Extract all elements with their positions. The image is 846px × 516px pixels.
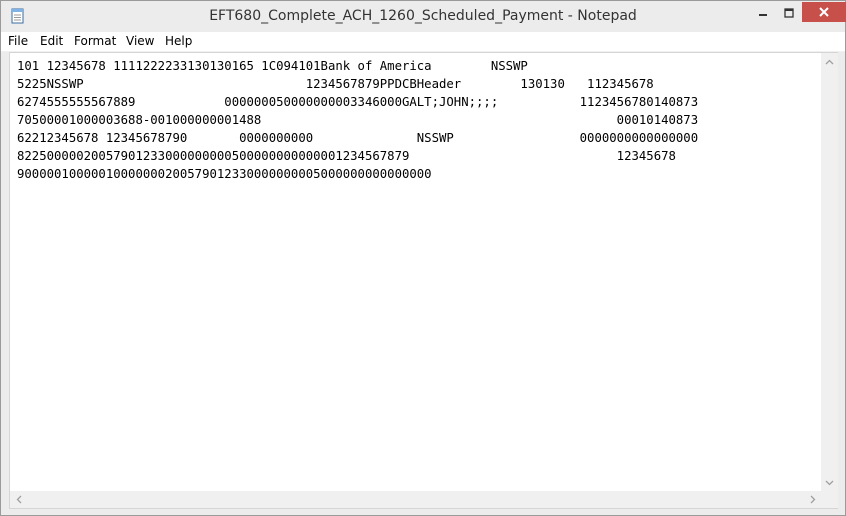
menu-file[interactable]: File	[8, 34, 28, 48]
text-line: 62212345678 12345678790 0000000000 NSSWP…	[17, 131, 699, 145]
scroll-left-button[interactable]	[10, 491, 27, 508]
text-content[interactable]: 101 12345678 1111222233130130165 1C09410…	[10, 53, 820, 491]
window-title: EFT680_Complete_ACH_1260_Scheduled_Payme…	[209, 8, 637, 24]
chevron-down-icon	[825, 480, 834, 485]
vertical-scrollbar[interactable]	[821, 53, 838, 491]
chevron-up-icon	[825, 59, 834, 64]
chevron-right-icon	[810, 495, 815, 504]
minimize-icon	[758, 13, 767, 16]
text-line: 9000001000001000000020057901233000000000…	[17, 167, 432, 181]
notepad-window: EFT680_Complete_ACH_1260_Scheduled_Payme…	[0, 0, 846, 516]
menu-format[interactable]: Format	[74, 34, 116, 48]
scroll-down-button[interactable]	[821, 474, 838, 491]
text-line: 70500001000003688-001000000001488 000101…	[17, 113, 699, 127]
text-line: 101 12345678 1111222233130130165 1C09410…	[17, 59, 528, 73]
text-line: 5225NSSWP 1234567879PPDCBHeader 130130 1…	[17, 77, 654, 91]
maximize-icon	[784, 7, 794, 18]
title-bar[interactable]: EFT680_Complete_ACH_1260_Scheduled_Payme…	[1, 1, 846, 32]
close-icon	[819, 7, 829, 17]
maximize-button[interactable]	[776, 2, 802, 23]
notepad-icon	[11, 8, 24, 24]
text-editor[interactable]: 101 12345678 1111222233130130165 1C09410…	[9, 52, 838, 509]
menu-view[interactable]: View	[126, 34, 154, 48]
scroll-up-button[interactable]	[821, 53, 838, 70]
horizontal-scrollbar[interactable]	[10, 491, 821, 508]
menu-help[interactable]: Help	[165, 34, 192, 48]
menu-bar: File Edit Format View Help	[1, 32, 845, 52]
close-button[interactable]	[802, 2, 846, 22]
text-line: 8225000002005790123300000000050000000000…	[17, 149, 676, 163]
menu-edit[interactable]: Edit	[40, 34, 63, 48]
scrollbar-corner	[821, 491, 838, 508]
text-line: 6274555555567889 00000005000000000334600…	[17, 95, 699, 109]
minimize-button[interactable]	[749, 2, 776, 23]
scroll-right-button[interactable]	[804, 491, 821, 508]
chevron-left-icon	[16, 495, 21, 504]
